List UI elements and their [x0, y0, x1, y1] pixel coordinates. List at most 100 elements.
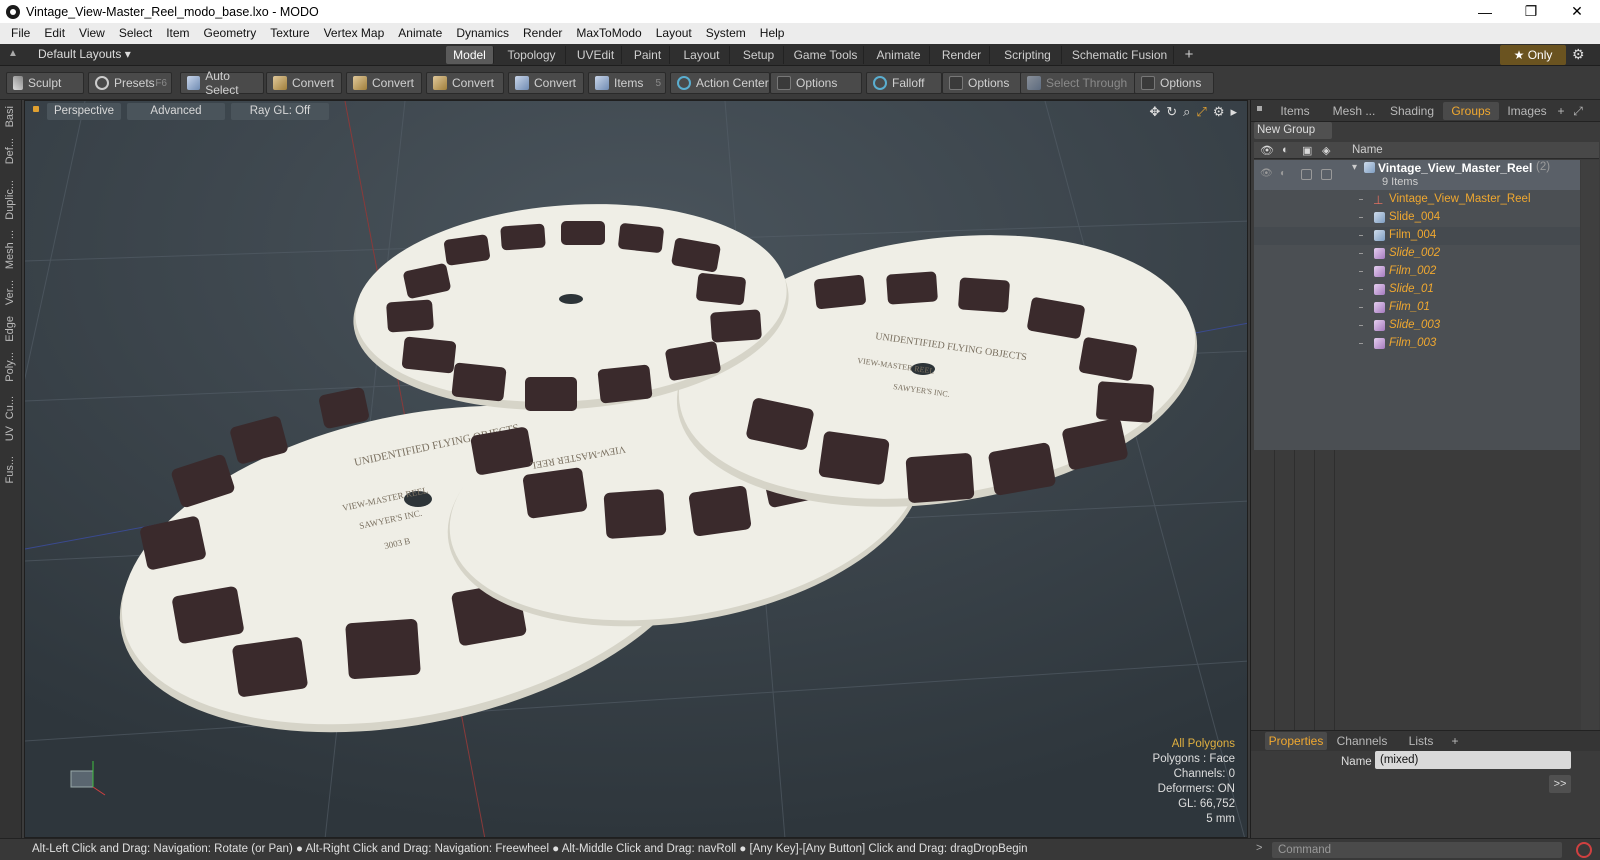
lock-column-icon[interactable]: ▣ [1302, 144, 1312, 157]
tab-edge[interactable]: Edge [4, 316, 16, 342]
list-item[interactable]: Film_004 [1254, 227, 1580, 245]
advanced-shading-dropdown[interactable]: Advanced [127, 103, 225, 120]
tab-model[interactable]: Model [446, 46, 494, 64]
menu-view[interactable]: View [72, 23, 112, 44]
visibility-eye-icon[interactable]: 👁 [1260, 168, 1273, 179]
menu-system[interactable]: System [699, 23, 753, 44]
ray-gl-toggle[interactable]: Ray GL: Off [231, 103, 329, 120]
tab-fusion[interactable]: Fus... [4, 456, 16, 484]
perspective-dropdown[interactable]: Perspective [47, 103, 121, 120]
lock-checkbox[interactable] [1301, 169, 1312, 180]
action-center-button[interactable]: Action Center [670, 72, 770, 94]
rotate-view-icon[interactable]: ↻ [1166, 104, 1177, 120]
add-tab-button[interactable]: + [1178, 46, 1200, 64]
menu-help[interactable]: Help [753, 23, 792, 44]
tab-game-tools[interactable]: Game Tools [788, 46, 864, 64]
select-through-options-button[interactable]: Options [1134, 72, 1214, 94]
tab-animate[interactable]: Animate [868, 46, 930, 64]
tab-properties[interactable]: Properties [1265, 732, 1327, 750]
add-panel-tab-button[interactable]: + [1553, 102, 1569, 120]
list-item[interactable]: Slide_01 [1254, 281, 1580, 299]
tab-shading[interactable]: Shading [1383, 102, 1441, 120]
menu-vertex-map[interactable]: Vertex Map [317, 23, 392, 44]
maximize-button[interactable]: ❐ [1508, 0, 1554, 23]
menu-select[interactable]: Select [112, 23, 159, 44]
gear-icon[interactable]: ⚙ [1572, 46, 1585, 63]
select-through-button[interactable]: Select Through [1020, 72, 1136, 94]
convert-vertices-button[interactable]: Convert [266, 72, 342, 94]
select-checkbox[interactable] [1321, 169, 1332, 180]
list-item[interactable]: Film_01 [1254, 299, 1580, 317]
panel-menu-icon[interactable] [1257, 106, 1262, 111]
tab-uvedit[interactable]: UVEdit [570, 46, 622, 64]
more-properties-button[interactable]: >> [1549, 775, 1571, 793]
menu-file[interactable]: File [4, 23, 37, 44]
menu-dynamics[interactable]: Dynamics [449, 23, 516, 44]
tab-polygon[interactable]: Poly... [4, 352, 16, 382]
render-column-icon[interactable]: ◐ [1282, 144, 1289, 156]
expand-icon[interactable]: ⤢ [1571, 102, 1585, 120]
presets-button[interactable]: Presets F6 [88, 72, 172, 94]
groups-scrollbar[interactable] [1581, 160, 1599, 740]
sculpt-button[interactable]: Sculpt [6, 72, 84, 94]
add-properties-tab-button[interactable]: + [1447, 732, 1463, 750]
list-item[interactable]: Slide_002 [1254, 245, 1580, 263]
fit-view-icon[interactable]: ⤢ [1196, 104, 1206, 120]
select-column-icon[interactable]: ◈ [1322, 144, 1330, 157]
convert-polygons-button[interactable]: Convert [426, 72, 504, 94]
menu-maxtomodo[interactable]: MaxToModo [569, 23, 648, 44]
expand-arrow-icon[interactable]: ▾ [1352, 162, 1357, 173]
tab-topology[interactable]: Topology [498, 46, 566, 64]
tab-deform[interactable]: Def... [4, 138, 16, 164]
close-button[interactable]: ✕ [1554, 0, 1600, 23]
viewport-scene[interactable]: UNIDENTIFIED FLYING OBJECTS VIEW-MASTER … [25, 101, 1248, 838]
convert-edges-button[interactable]: Convert [346, 72, 422, 94]
new-group-button[interactable]: New Group [1254, 122, 1332, 139]
falloff-options-button[interactable]: Options [942, 72, 1024, 94]
tab-duplicate[interactable]: Duplic... [4, 180, 16, 220]
tab-scripting[interactable]: Scripting [994, 46, 1062, 64]
3d-viewport[interactable]: UNIDENTIFIED FLYING OBJECTS VIEW-MASTER … [24, 100, 1248, 838]
layout-pin-icon[interactable]: ▲ [8, 47, 22, 61]
convert-items-button[interactable]: Convert [508, 72, 584, 94]
command-history-icon[interactable] [1576, 842, 1592, 858]
list-item[interactable]: Film_002 [1254, 263, 1580, 281]
tab-basic[interactable]: Basi [4, 106, 16, 127]
auto-select-button[interactable]: Auto Select [180, 69, 264, 97]
viewport-settings-icon[interactable]: ⚙ [1213, 104, 1225, 120]
tab-paint[interactable]: Paint [626, 46, 670, 64]
tab-layout[interactable]: Layout [674, 46, 730, 64]
default-layouts-dropdown[interactable]: Default Layouts ▾ [38, 47, 131, 61]
render-toggle-icon[interactable]: ◐ [1280, 168, 1286, 179]
menu-item[interactable]: Item [159, 23, 196, 44]
viewport-menu-icon[interactable] [33, 106, 39, 112]
tab-setup[interactable]: Setup [734, 46, 784, 64]
list-item[interactable]: ⊥ Vintage_View_Master_Reel [1254, 191, 1580, 209]
action-center-options-button[interactable]: Options [770, 72, 862, 94]
list-item[interactable]: Slide_004 [1254, 209, 1580, 227]
tab-schematic-fusion[interactable]: Schematic Fusion [1066, 46, 1174, 64]
visibility-column-icon[interactable]: 👁 [1260, 144, 1274, 157]
tab-uv[interactable]: UV [4, 426, 16, 441]
menu-geometry[interactable]: Geometry [197, 23, 264, 44]
tab-mesh[interactable]: Mesh ... [4, 230, 16, 269]
command-input[interactable]: Command [1272, 842, 1562, 858]
menu-edit[interactable]: Edit [37, 23, 72, 44]
menu-texture[interactable]: Texture [263, 23, 316, 44]
tab-images[interactable]: Images [1501, 102, 1553, 120]
minimize-button[interactable]: — [1462, 0, 1508, 23]
tab-groups[interactable]: Groups [1443, 102, 1499, 120]
menu-animate[interactable]: Animate [391, 23, 449, 44]
only-button[interactable]: ★ Only [1500, 45, 1566, 65]
tab-render[interactable]: Render [934, 46, 990, 64]
list-item[interactable]: Slide_003 [1254, 317, 1580, 335]
tab-lists[interactable]: Lists [1397, 732, 1445, 750]
tab-channels[interactable]: Channels [1331, 732, 1393, 750]
tab-vertex[interactable]: Ver... [4, 280, 16, 305]
tab-curve[interactable]: Cu... [4, 396, 16, 419]
menu-render[interactable]: Render [516, 23, 569, 44]
viewport-expand-icon[interactable]: ▸ [1230, 104, 1237, 120]
zoom-view-icon[interactable]: ⌕ [1183, 104, 1190, 120]
name-field[interactable]: (mixed) [1375, 751, 1571, 769]
list-item[interactable]: Film_003 [1254, 335, 1580, 353]
